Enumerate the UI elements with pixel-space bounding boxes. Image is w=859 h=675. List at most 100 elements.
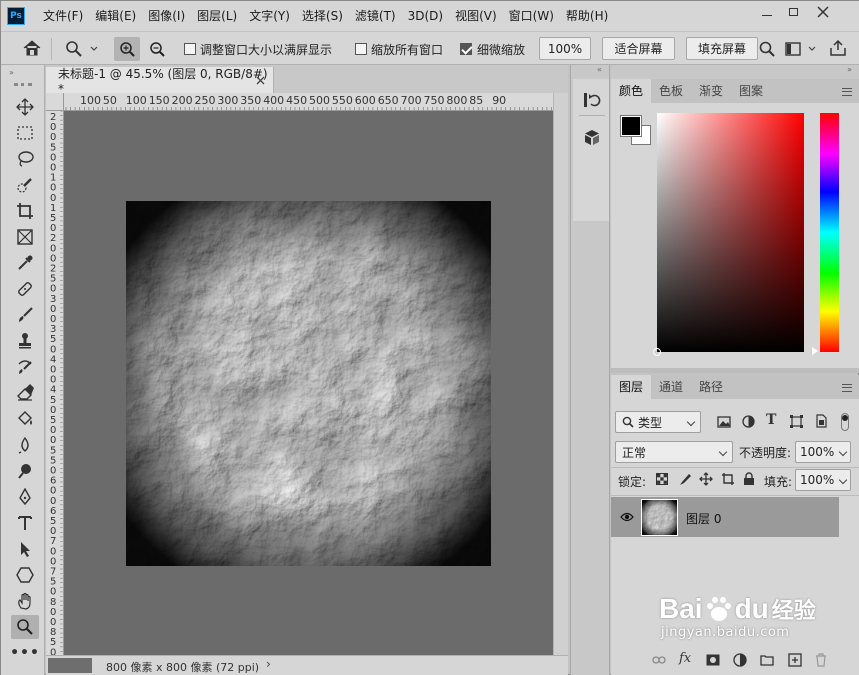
tab-swatches[interactable]: 色板 [651,79,691,103]
panel-menu-icon[interactable] [842,88,852,96]
3d-panel-icon[interactable] [583,129,601,147]
search-icon[interactable] [759,41,775,57]
dodge-tool[interactable] [11,459,39,483]
eraser-tool[interactable] [11,381,39,405]
collapse-toolbar-icon[interactable]: » [9,68,14,77]
blur-tool[interactable] [11,433,39,457]
lock-artboard-icon[interactable] [721,472,735,486]
layer-filter-select[interactable]: 类型 [615,411,701,433]
shape-tool[interactable] [11,563,39,587]
filter-adjustment-icon[interactable] [742,415,755,428]
menu-filter[interactable]: 滤镜(T) [349,1,402,31]
ruler-origin[interactable] [46,93,64,111]
foreground-color-swatch[interactable] [620,115,642,137]
menu-layer[interactable]: 图层(L) [191,1,243,31]
history-panel-icon[interactable] [583,91,601,109]
tab-gradients[interactable]: 渐变 [691,79,731,103]
lock-position-icon[interactable] [699,472,713,486]
crop-tool[interactable] [11,199,39,223]
hand-tool[interactable] [11,589,39,613]
tab-channels[interactable]: 通道 [651,375,691,399]
minimize-button[interactable] [753,1,781,23]
filter-pixel-icon[interactable] [717,416,731,428]
menu-window[interactable]: 窗口(W) [503,1,560,31]
tab-color[interactable]: 颜色 [611,79,651,103]
lock-all-icon[interactable] [743,472,755,486]
more-tools-button[interactable]: ••• [10,641,39,665]
saturation-brightness-field[interactable] [653,113,804,356]
zoom-100-button[interactable]: 100% [539,37,591,60]
menu-help[interactable]: 帮助(H) [560,1,614,31]
history-brush-tool[interactable] [11,355,39,379]
stone-texture-image[interactable] [126,201,491,566]
lock-pixels-icon[interactable] [678,472,692,486]
layer-thumbnail[interactable] [641,499,678,536]
filter-toggle-switch[interactable] [841,413,849,431]
quick-selection-tool[interactable] [11,173,39,197]
pen-tool[interactable] [11,485,39,509]
zoom-in-button[interactable] [114,37,140,61]
brush-tool[interactable] [11,303,39,327]
zoom-tool-preset-icon[interactable] [65,40,83,58]
healing-brush-tool[interactable] [11,277,39,301]
document-tab[interactable]: 未标题-1 @ 45.5% (图层 0, RGB/8#) * [46,67,274,96]
zoom-tool[interactable] [11,615,39,639]
scrubby-zoom-checkbox[interactable] [460,43,472,55]
fit-screen-button[interactable]: 适合屏幕 [602,37,675,60]
blend-mode-select[interactable]: 正常 [615,441,733,463]
chevron-down-icon[interactable] [90,46,98,52]
layer-row[interactable]: 图层 0 [611,497,839,537]
workspace-chevron-icon[interactable] [808,46,816,52]
workspace-icon[interactable] [785,42,801,56]
panel-menu-icon[interactable] [842,384,852,392]
filter-shape-icon[interactable] [790,415,803,428]
expand-dock-icon[interactable]: « [597,65,602,74]
path-selection-tool[interactable] [11,537,39,561]
clone-stamp-tool[interactable] [11,329,39,353]
menu-image[interactable]: 图像(I) [142,1,191,31]
zoom-all-checkbox[interactable] [355,43,367,55]
menu-3d[interactable]: 3D(D) [402,1,449,31]
filter-smart-object-icon[interactable] [815,414,827,428]
layer-name[interactable]: 图层 0 [686,510,721,527]
close-window-button[interactable] [809,1,837,23]
menu-view[interactable]: 视图(V) [449,1,503,31]
link-icon[interactable] [652,655,666,665]
hue-slider[interactable] [820,113,839,352]
opacity-input[interactable]: 100% [795,441,851,463]
menu-type[interactable]: 文字(Y) [243,1,296,31]
lock-transparent-icon[interactable] [656,473,668,485]
hue-slider-handle-icon[interactable] [812,347,818,355]
color-picker-cursor[interactable] [653,348,661,356]
share-icon[interactable] [829,39,847,57]
ruler-vertical[interactable]: 2005001001502002503003504004505005506006… [46,111,64,655]
zoom-level-box[interactable] [48,658,92,673]
close-icon[interactable] [256,76,265,85]
tab-paths[interactable]: 路径 [691,375,731,399]
collapse-right-icon[interactable]: » [847,65,852,74]
zoom-out-button[interactable] [145,37,169,61]
menu-select[interactable]: 选择(S) [296,1,349,31]
paint-bucket-tool[interactable] [11,407,39,431]
filter-type-icon[interactable]: T [766,412,776,428]
move-tool[interactable] [11,95,39,119]
maximize-button[interactable] [779,1,807,23]
folder-icon[interactable] [760,654,774,666]
menu-edit[interactable]: 编辑(E) [89,1,142,31]
tab-layers[interactable]: 图层 [611,375,651,399]
mask-icon[interactable] [706,654,720,666]
fill-input[interactable]: 100% [795,469,851,491]
trash-icon[interactable] [815,653,827,667]
menu-file[interactable]: 文件(F) [37,1,89,31]
adjustment-icon[interactable] [733,653,747,667]
eye-icon[interactable] [620,512,634,522]
vertical-scrollbar[interactable] [553,93,568,655]
status-chevron-icon[interactable]: › [266,657,271,671]
lasso-tool[interactable] [11,147,39,171]
new-layer-icon[interactable] [788,653,802,667]
home-icon[interactable] [23,40,41,56]
marquee-tool[interactable] [11,121,39,145]
tab-patterns[interactable]: 图案 [731,79,771,103]
type-tool[interactable] [11,511,39,535]
ruler-horizontal[interactable]: 100 50 100 150 200 250 300 350 400 450 500 550 600 65… [46,93,553,111]
